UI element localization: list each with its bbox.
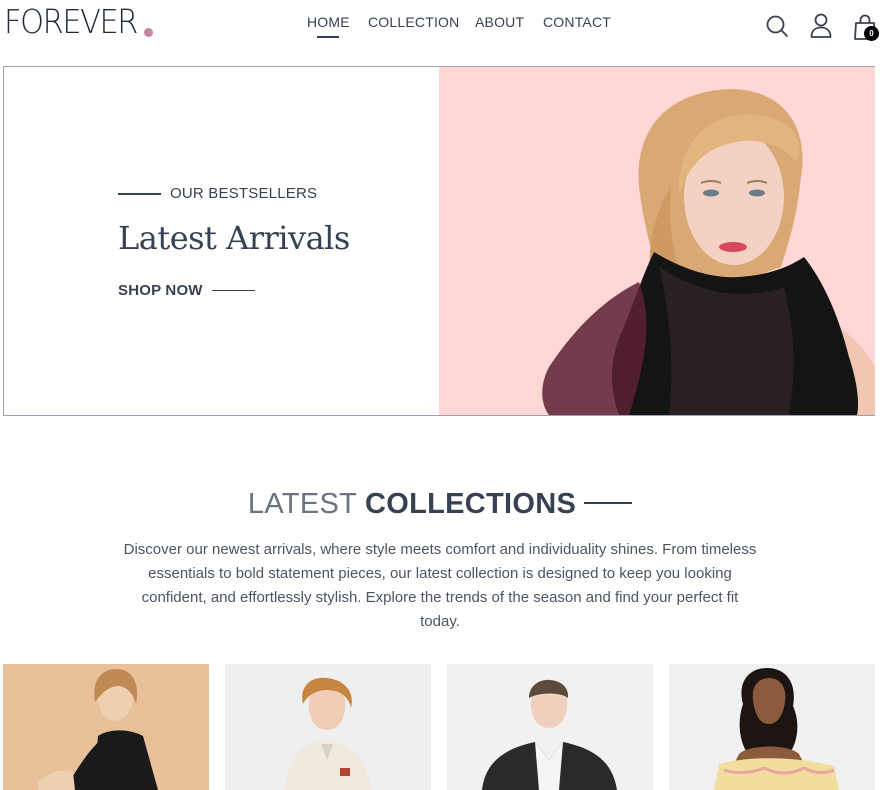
nav-collection-label: COLLECTION (368, 14, 460, 30)
profile-icon[interactable] (809, 13, 833, 39)
product-grid (3, 664, 875, 790)
shop-now-label: SHOP NOW (118, 282, 203, 299)
hero-banner: OUR BESTSELLERS Latest Arrivals SHOP NOW (3, 66, 875, 416)
nav-about-link[interactable]: ABOUT (475, 14, 524, 30)
cart-count-badge: 0 (864, 26, 879, 41)
product-image (482, 679, 617, 790)
hero-model-illustration (542, 89, 875, 415)
product-card[interactable] (3, 664, 209, 790)
product-image (38, 668, 158, 790)
product-card[interactable] (225, 664, 431, 790)
nav-about-label: ABOUT (475, 14, 525, 30)
hero-eyebrow: OUR BESTSELLERS (118, 185, 317, 202)
nav-contact-label: CONTACT (543, 14, 612, 30)
eyebrow-line (118, 192, 161, 195)
nav-home-label: HOME (307, 14, 350, 30)
nav-contact-link[interactable]: CONTACT (543, 14, 611, 30)
title-light-part: LATEST (247, 488, 357, 520)
hero-eyebrow-text: OUR BESTSELLERS (170, 185, 318, 202)
shop-now-line (211, 289, 255, 292)
title-line (584, 502, 633, 505)
active-nav-underline (317, 36, 340, 38)
search-icon[interactable] (765, 14, 789, 38)
latest-collections-title: LATEST COLLECTIONS (0, 488, 880, 521)
product-image (714, 668, 839, 790)
site-header: FOREVER HOME COLLECTION ABOUT CONTACT 0 (0, 0, 880, 56)
latest-collections-description: Discover our newest arrivals, where styl… (123, 541, 757, 630)
nav-home-link[interactable]: HOME (307, 14, 350, 38)
product-image (285, 677, 371, 790)
hero-title: Latest Arrivals (118, 219, 350, 257)
shop-now-button[interactable]: SHOP NOW (118, 282, 255, 299)
product-card[interactable] (447, 664, 653, 790)
nav-collection-link[interactable]: COLLECTION (368, 14, 459, 30)
hero-text-panel: OUR BESTSELLERS Latest Arrivals SHOP NOW (4, 67, 439, 415)
main-nav: HOME COLLECTION ABOUT CONTACT (0, 14, 880, 44)
title-bold-part: COLLECTIONS (364, 488, 577, 520)
product-card[interactable] (669, 664, 875, 790)
hero-image (439, 67, 875, 415)
